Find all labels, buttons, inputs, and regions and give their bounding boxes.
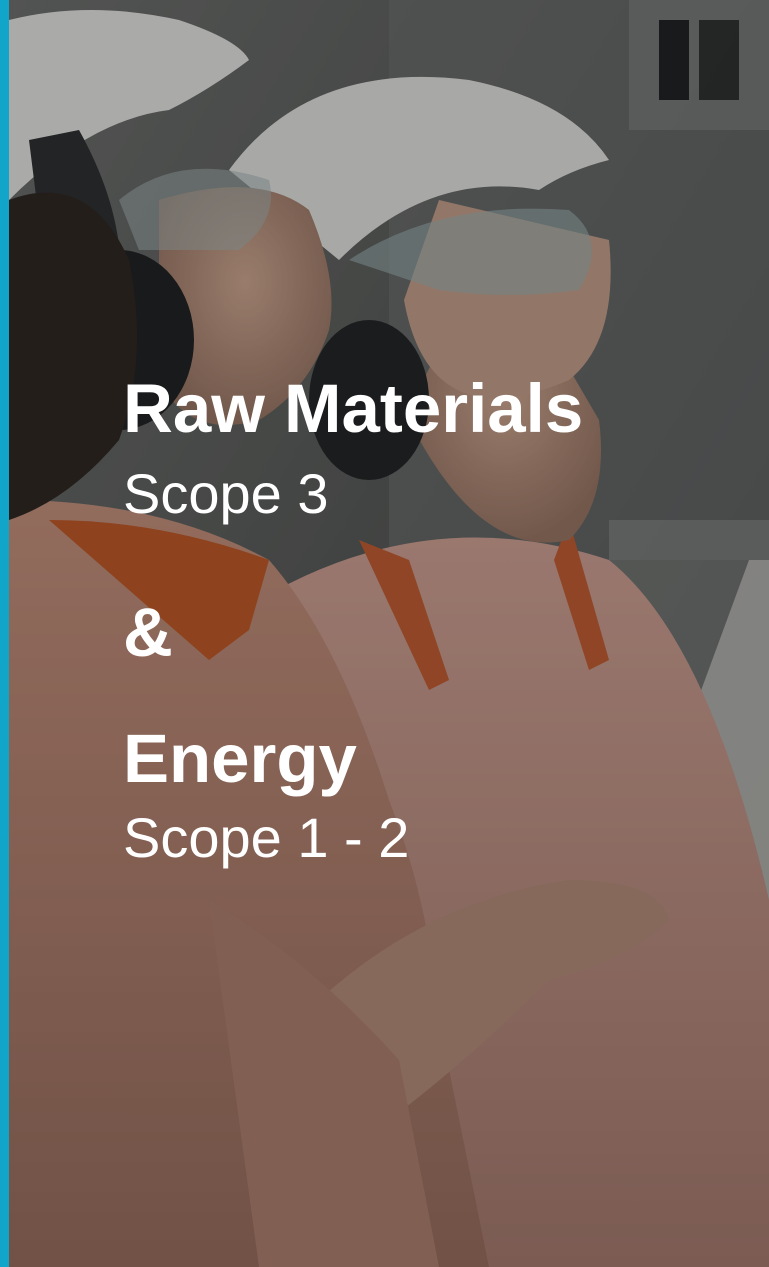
accent-bar	[0, 0, 9, 1267]
heading-raw-materials: Raw Materials	[123, 370, 584, 447]
heading-energy: Energy	[123, 720, 357, 797]
subheading-scope-1-2: Scope 1 - 2	[123, 806, 410, 869]
slide: Raw Materials Scope 3 & Energy Scope 1 -…	[0, 0, 769, 1267]
subheading-scope-3: Scope 3	[123, 462, 329, 525]
ampersand-connector: &	[123, 594, 173, 671]
